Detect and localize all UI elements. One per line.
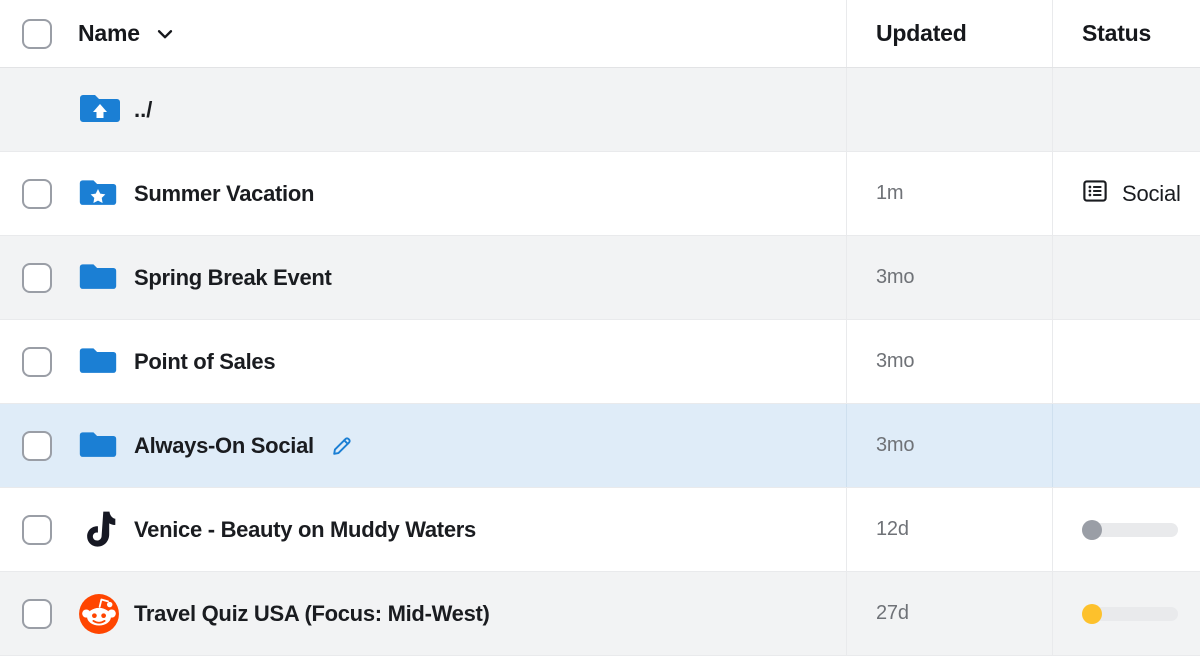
- updated-value: 3mo: [876, 434, 915, 456]
- updated-value: 27d: [876, 602, 909, 624]
- folder-icon: [78, 261, 134, 295]
- folder-star-icon: [78, 177, 134, 211]
- select-all-checkbox[interactable]: [22, 18, 52, 49]
- progress-knob: [1082, 603, 1102, 624]
- row-checkbox-slot: [22, 598, 78, 629]
- row-name-cell: Travel Quiz USA (Focus: Mid-West): [0, 572, 846, 655]
- row-updated-cell: 12d: [846, 488, 1052, 571]
- row-status-cell: [1052, 488, 1200, 571]
- updated-value: 3mo: [876, 350, 915, 372]
- row-name-label[interactable]: Point of Sales: [134, 349, 276, 375]
- row-updated-cell: 3mo: [846, 236, 1052, 319]
- table-row-selected[interactable]: Always-On Social 3mo: [0, 404, 1200, 488]
- row-name-cell: ../: [0, 68, 846, 151]
- folder-icon: [78, 345, 134, 379]
- header-name-cell: Name: [0, 0, 846, 67]
- table-header-row: Name Updated Status: [0, 0, 1200, 68]
- row-checkbox-slot: [22, 262, 78, 293]
- table-row[interactable]: Venice - Beauty on Muddy Waters 12d: [0, 488, 1200, 572]
- row-checkbox[interactable]: [22, 430, 52, 461]
- updated-value: 3mo: [876, 266, 915, 288]
- row-updated-cell: [846, 68, 1052, 151]
- status-progress-bar[interactable]: [1082, 519, 1178, 540]
- table-row[interactable]: ../: [0, 68, 1200, 152]
- list-view-icon: [1082, 178, 1108, 209]
- table-row[interactable]: Travel Quiz USA (Focus: Mid-West) 27d: [0, 572, 1200, 656]
- table-row[interactable]: Spring Break Event 3mo: [0, 236, 1200, 320]
- folder-up-icon: [78, 92, 134, 128]
- file-browser-table: Name Updated Status ../ Summer Vacation …: [0, 0, 1200, 660]
- pencil-icon[interactable]: [330, 434, 354, 458]
- folder-icon: [78, 429, 134, 463]
- row-checkbox[interactable]: [22, 346, 52, 377]
- row-updated-cell: 1m: [846, 152, 1052, 235]
- row-status-cell: [1052, 236, 1200, 319]
- progress-knob: [1082, 519, 1102, 540]
- status-progress-bar[interactable]: [1082, 603, 1178, 624]
- row-updated-cell: 3mo: [846, 320, 1052, 403]
- row-name-label[interactable]: Summer Vacation: [134, 181, 314, 207]
- row-status-cell: [1052, 320, 1200, 403]
- table-row[interactable]: Summer Vacation 1m Social: [0, 152, 1200, 236]
- row-status-cell: Social: [1052, 152, 1200, 235]
- column-header-name[interactable]: Name: [78, 20, 140, 47]
- header-updated-cell: Updated: [846, 0, 1052, 67]
- row-name-label[interactable]: Venice - Beauty on Muddy Waters: [134, 517, 476, 543]
- row-status-cell: [1052, 404, 1200, 487]
- row-checkbox-slot: [22, 430, 78, 461]
- updated-value: 1m: [876, 182, 904, 204]
- row-name-cell: Point of Sales: [0, 320, 846, 403]
- row-name-label[interactable]: Travel Quiz USA (Focus: Mid-West): [134, 601, 490, 627]
- row-name-cell: Always-On Social: [0, 404, 846, 487]
- tiktok-icon: [78, 509, 134, 551]
- reddit-icon: [78, 593, 134, 635]
- table-row[interactable]: Point of Sales 3mo: [0, 320, 1200, 404]
- row-name-cell: Venice - Beauty on Muddy Waters: [0, 488, 846, 571]
- row-checkbox-slot: [22, 178, 78, 209]
- row-updated-cell: 3mo: [846, 404, 1052, 487]
- status-label: Social: [1122, 180, 1181, 206]
- row-checkbox[interactable]: [22, 262, 52, 293]
- row-checkbox-slot: [22, 346, 78, 377]
- row-status-cell: [1052, 68, 1200, 151]
- row-checkbox[interactable]: [22, 178, 52, 209]
- select-all-slot: [22, 18, 78, 49]
- row-checkbox-slot: [22, 514, 78, 545]
- column-header-updated[interactable]: Updated: [876, 20, 967, 47]
- row-name-cell: Summer Vacation: [0, 152, 846, 235]
- row-checkbox[interactable]: [22, 514, 52, 545]
- chevron-down-icon[interactable]: [154, 23, 176, 45]
- column-header-status[interactable]: Status: [1082, 20, 1151, 47]
- parent-directory-label[interactable]: ../: [134, 97, 152, 123]
- row-checkbox[interactable]: [22, 598, 52, 629]
- row-status-cell: [1052, 572, 1200, 655]
- row-updated-cell: 27d: [846, 572, 1052, 655]
- row-name-label[interactable]: Spring Break Event: [134, 265, 332, 291]
- row-name-cell: Spring Break Event: [0, 236, 846, 319]
- header-status-cell: Status: [1052, 0, 1200, 67]
- row-name-label[interactable]: Always-On Social: [134, 433, 314, 459]
- updated-value: 12d: [876, 518, 909, 540]
